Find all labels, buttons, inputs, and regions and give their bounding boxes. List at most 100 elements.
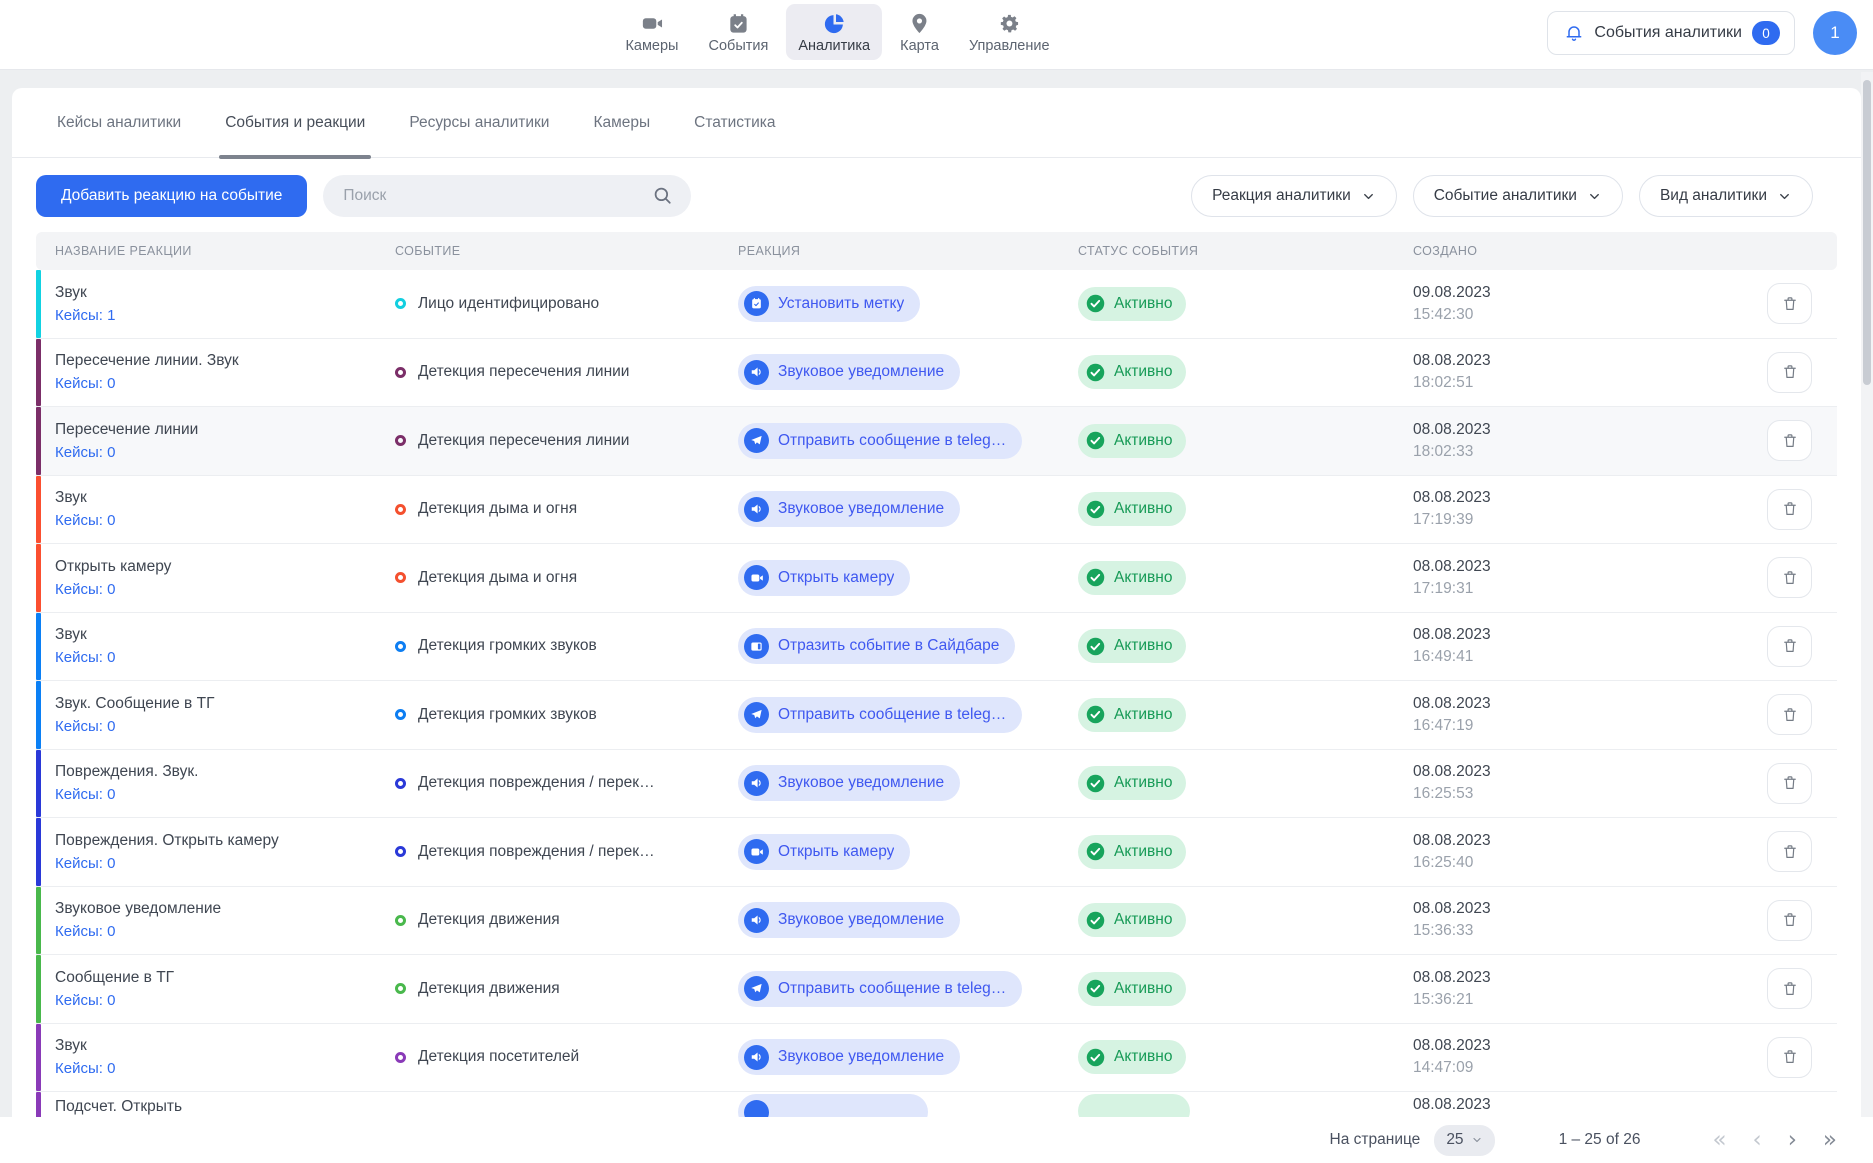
cases-link[interactable]: Кейсы: 0 (55, 512, 115, 529)
add-reaction-button[interactable]: Добавить реакцию на событие (36, 175, 307, 217)
check-circle-icon (1085, 567, 1106, 588)
chevron-down-icon (1587, 189, 1602, 204)
cases-link[interactable]: Кейсы: 0 (55, 649, 115, 666)
reaction-pill[interactable]: Звуковое уведомление (738, 1039, 960, 1075)
row-color-bar (36, 476, 41, 544)
event-name: Детекция движения (418, 911, 560, 929)
reaction-pill[interactable]: Установить метку (738, 286, 920, 322)
filter-analytics-type-dropdown[interactable]: Вид аналитики (1639, 175, 1813, 217)
nav-item-map[interactable]: Карта (888, 4, 951, 60)
filter-label: Вид аналитики (1660, 187, 1767, 205)
filter-event-dropdown[interactable]: Событие аналитики (1413, 175, 1623, 217)
created-date: 08.08.2023 (1413, 421, 1643, 439)
cases-link[interactable]: Кейсы: 1 (55, 307, 115, 324)
reaction-name: Звук. Сообщение в ТГ (55, 695, 395, 713)
status-label: Активно (1114, 774, 1172, 792)
reaction-pill[interactable]: Отразить событие в Сайдбаре (738, 628, 1015, 664)
page-size-dropdown[interactable]: 25 (1434, 1125, 1494, 1156)
analytics-events-button[interactable]: События аналитики 0 (1547, 11, 1795, 55)
nav-item-analytics[interactable]: Аналитика (786, 4, 882, 60)
tab-analytics-resources[interactable]: Ресурсы аналитики (409, 88, 549, 157)
nav-item-cameras[interactable]: Камеры (613, 4, 690, 60)
search-input[interactable] (323, 175, 691, 217)
cases-link[interactable]: Кейсы: 0 (55, 444, 115, 461)
created-date: 08.08.2023 (1413, 763, 1643, 781)
next-page-button[interactable]: › (1788, 1129, 1797, 1152)
sidebar-icon (744, 634, 769, 659)
table-row: Пересечение линии. Звук Кейсы: 0 Детекци… (36, 339, 1837, 408)
reaction-pill[interactable]: Отправить сообщение в teleg… (738, 971, 1022, 1007)
status-badge: Активно (1078, 424, 1186, 458)
created-time: 15:36:33 (1413, 922, 1643, 940)
page-size-value: 25 (1446, 1131, 1463, 1149)
tab-statistics[interactable]: Статистика (694, 88, 775, 157)
status-badge: Активно (1078, 561, 1186, 595)
delete-button[interactable] (1767, 1037, 1812, 1078)
reaction-pill[interactable]: Отправить сообщение в teleg… (738, 423, 1022, 459)
cases-link[interactable]: Кейсы: 0 (55, 855, 115, 872)
delete-button[interactable] (1767, 900, 1812, 941)
delete-button[interactable] (1767, 694, 1812, 735)
trash-icon (1781, 843, 1799, 861)
trash-icon (1781, 706, 1799, 724)
telegram-icon (744, 976, 769, 1001)
reaction-name: Звук (55, 1037, 395, 1055)
status-label: Активно (1114, 980, 1172, 998)
tab-analytics-cases[interactable]: Кейсы аналитики (57, 88, 181, 157)
first-page-button[interactable]: « (1712, 1129, 1726, 1152)
cases-link[interactable]: Кейсы: 0 (55, 786, 115, 803)
event-name: Детекция дыма и огня (418, 569, 577, 587)
event-type-ring-icon (395, 504, 406, 515)
reaction-pill[interactable]: Открыть камеру (738, 834, 910, 870)
cases-link[interactable]: Кейсы: 0 (55, 581, 115, 598)
cases-link[interactable]: Кейсы: 0 (55, 1060, 115, 1077)
content-card: Кейсы аналитики События и реакции Ресурс… (12, 88, 1861, 1163)
row-color-bar (36, 1024, 41, 1092)
cases-link[interactable]: Кейсы: 0 (55, 992, 115, 1009)
pagination-bar: На странице 25 1 – 25 of 26 « ‹ › » (0, 1117, 1873, 1163)
delete-button[interactable] (1767, 831, 1812, 872)
reaction-pill[interactable]: Звуковое уведомление (738, 902, 960, 938)
scrollbar-thumb[interactable] (1863, 80, 1871, 385)
table-header: НАЗВАНИЕ РЕАКЦИИ СОБЫТИЕ РЕАКЦИЯ СТАТУС … (36, 232, 1837, 270)
reaction-pill[interactable]: Звуковое уведомление (738, 765, 960, 801)
reaction-pill[interactable]: Открыть камеру (738, 560, 910, 596)
delete-button[interactable] (1767, 557, 1812, 598)
cases-link[interactable]: Кейсы: 0 (55, 718, 115, 735)
delete-button[interactable] (1767, 626, 1812, 667)
filter-reaction-dropdown[interactable]: Реакция аналитики (1191, 175, 1397, 217)
event-name: Детекция громких звуков (418, 706, 597, 724)
created-date: 08.08.2023 (1413, 832, 1643, 850)
check-circle-icon (1085, 636, 1106, 657)
reaction-pill[interactable]: Отправить сообщение в teleg… (738, 697, 1022, 733)
nav-item-management[interactable]: Управление (957, 4, 1062, 60)
table-row: Повреждения. Открыть камеру Кейсы: 0 Дет… (36, 818, 1837, 887)
cases-link[interactable]: Кейсы: 0 (55, 923, 115, 940)
column-header-name: НАЗВАНИЕ РЕАКЦИИ (55, 244, 395, 258)
delete-button[interactable] (1767, 763, 1812, 804)
event-type-ring-icon (395, 367, 406, 378)
status-badge: Активно (1078, 835, 1186, 869)
status-label: Активно (1114, 706, 1172, 724)
status-badge: Активно (1078, 629, 1186, 663)
delete-button[interactable] (1767, 352, 1812, 393)
tab-cameras[interactable]: Камеры (593, 88, 650, 157)
status-badge: Активно (1078, 492, 1186, 526)
avatar[interactable]: 1 (1813, 11, 1857, 55)
previous-page-button[interactable]: ‹ (1753, 1129, 1762, 1152)
vertical-scrollbar[interactable] (1861, 72, 1873, 1163)
delete-button[interactable] (1767, 489, 1812, 530)
delete-button[interactable] (1767, 420, 1812, 461)
check-circle-icon (1085, 841, 1106, 862)
cases-link[interactable]: Кейсы: 0 (55, 375, 115, 392)
last-page-button[interactable]: » (1823, 1129, 1837, 1152)
event-name: Детекция дыма и огня (418, 500, 577, 518)
map-pin-icon (908, 11, 932, 35)
tab-events-and-reactions[interactable]: События и реакции (225, 88, 365, 157)
nav-item-events[interactable]: События (696, 4, 780, 60)
delete-button[interactable] (1767, 968, 1812, 1009)
delete-button[interactable] (1767, 283, 1812, 324)
reaction-pill[interactable]: Звуковое уведомление (738, 491, 960, 527)
event-name: Детекция повреждения / перек… (418, 774, 655, 792)
reaction-pill[interactable]: Звуковое уведомление (738, 354, 960, 390)
